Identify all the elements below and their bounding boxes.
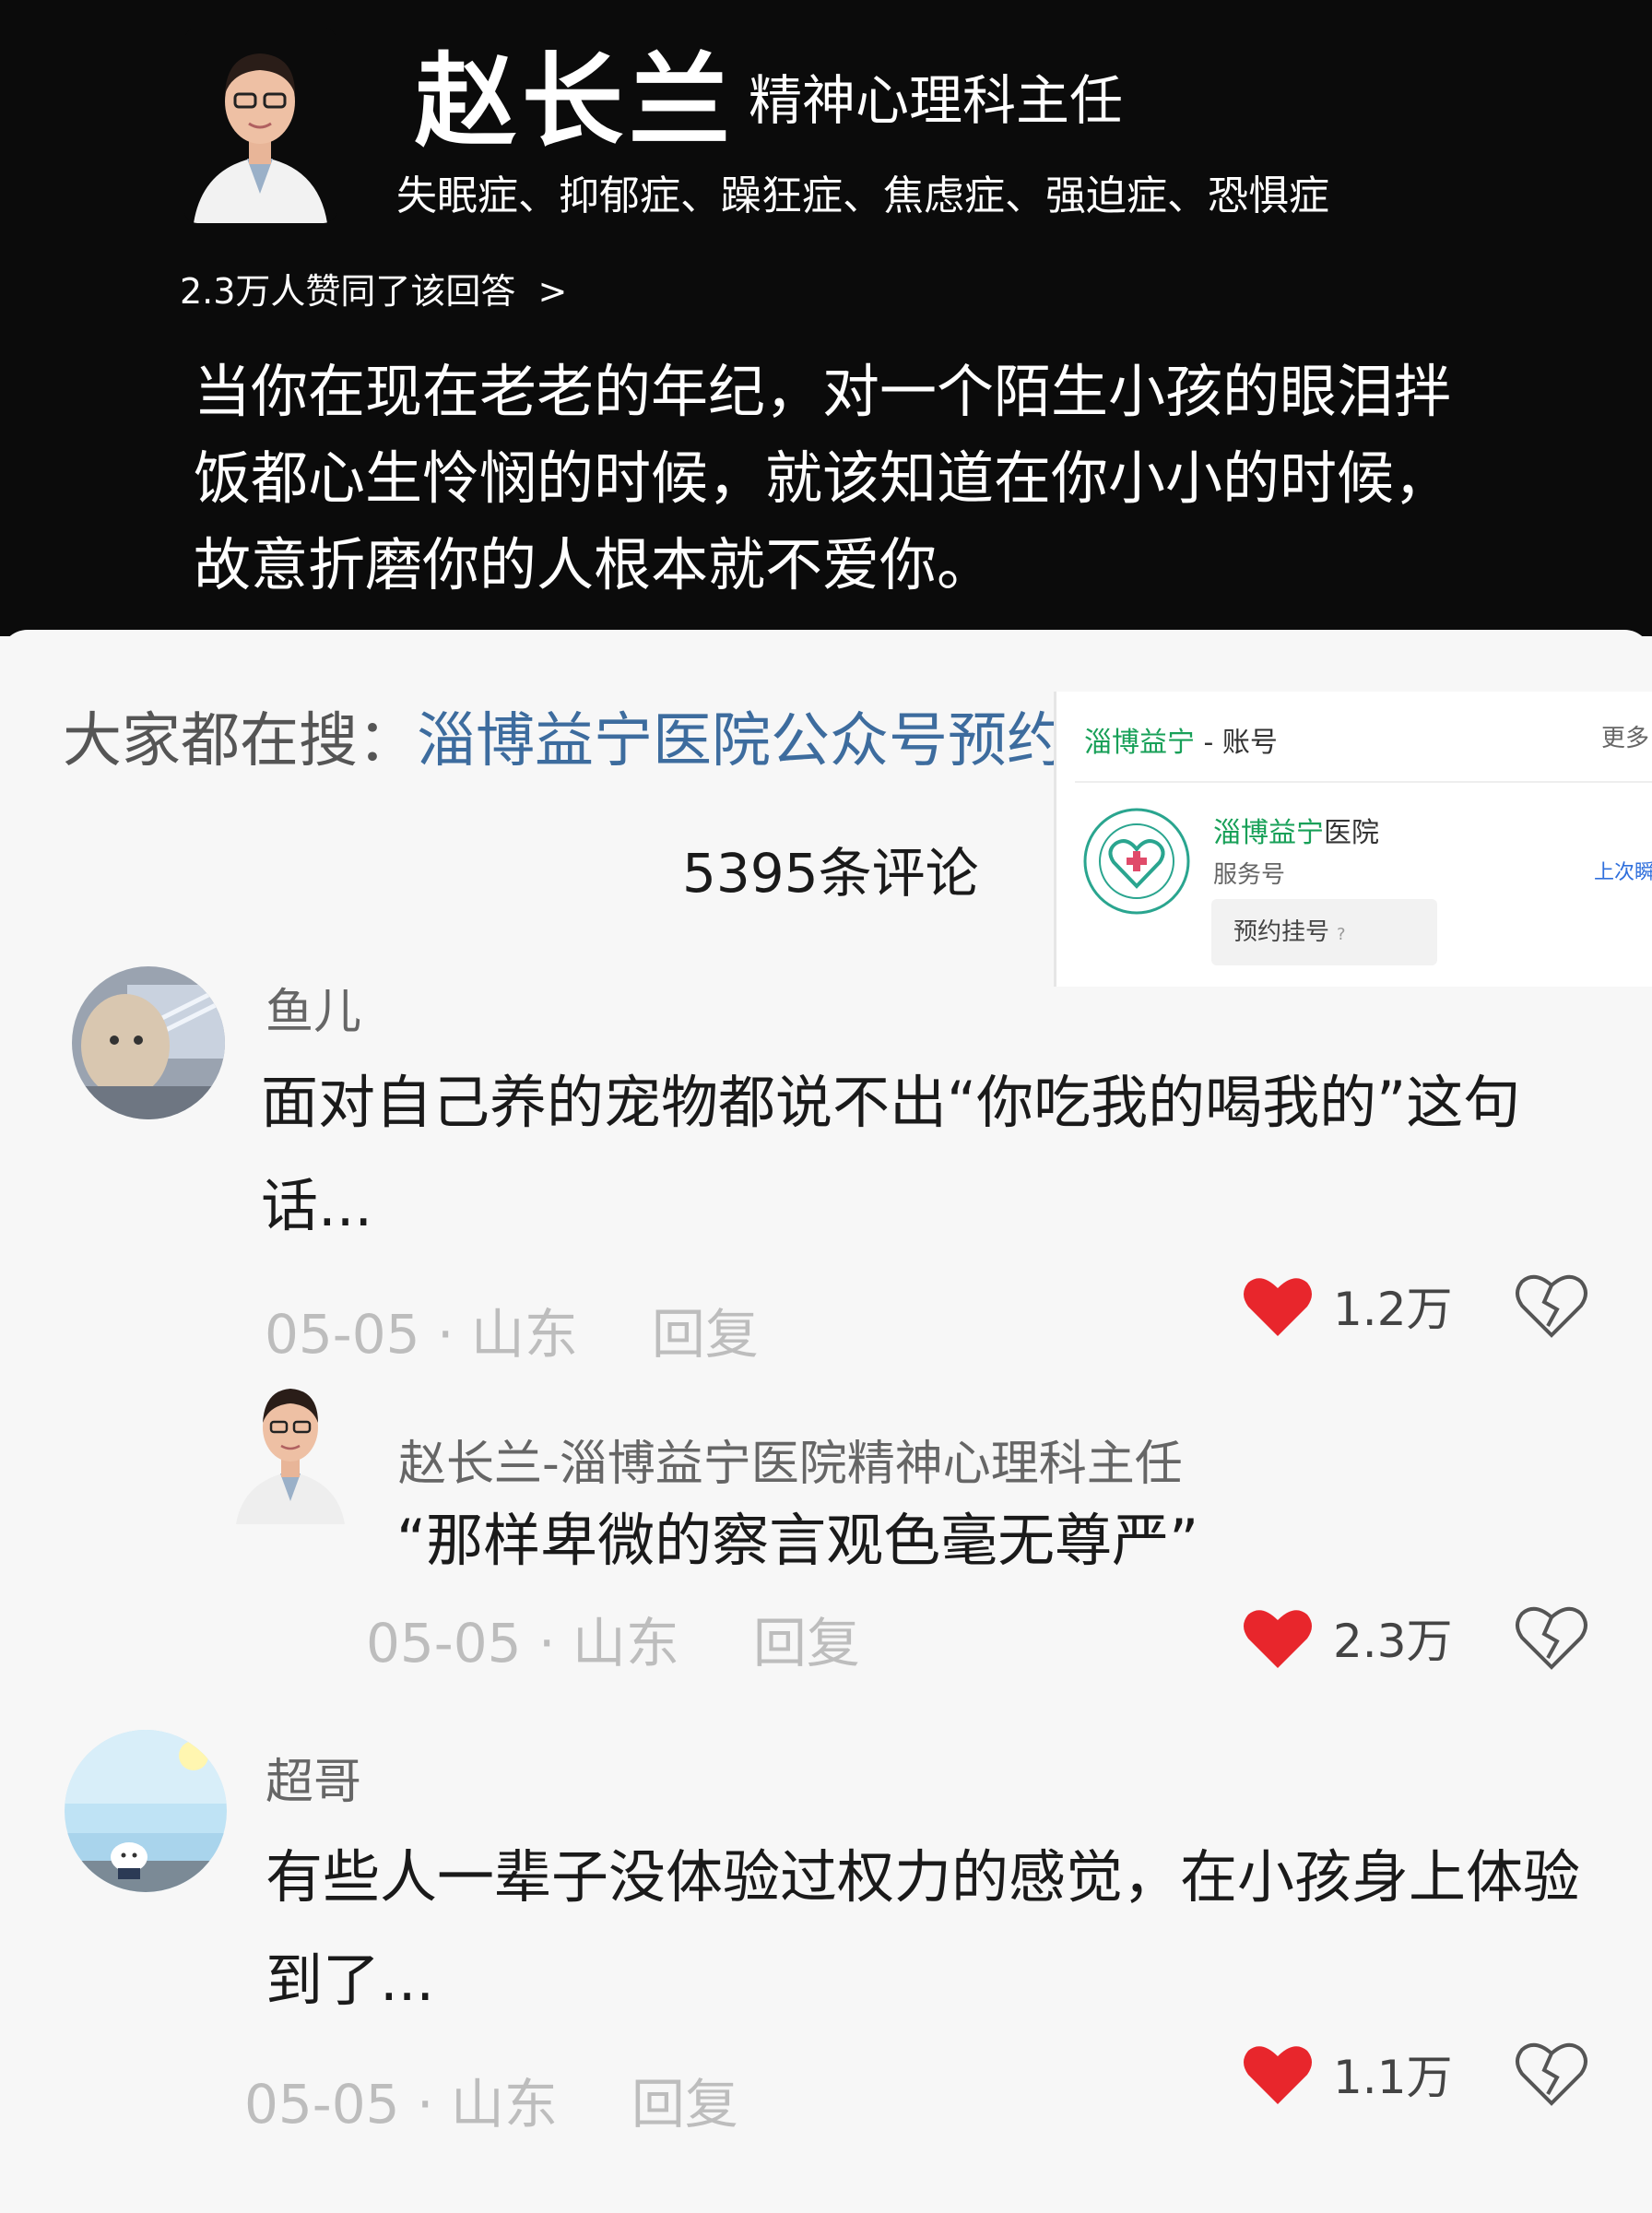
comment-text: “那样卑微的察言观色毫无尊严”: [396, 1507, 1199, 1574]
comment-date-location: 05-05 · 山东: [244, 2073, 558, 2136]
doctor-avatar[interactable]: [184, 28, 336, 223]
trending-search[interactable]: 大家都在搜：淄博益宁医院公众号预约: [63, 693, 1066, 778]
reply-button[interactable]: 回复: [652, 1303, 759, 1366]
like-count: 1.1万: [1333, 2051, 1453, 2104]
comment-count: 5395条评论: [682, 842, 979, 905]
comment-meta: 05-05 · 山东 回复: [366, 1600, 860, 1677]
like-button[interactable]: 2.3万: [1243, 1604, 1453, 1671]
comment-text: 有些人一辈子没体验过权力的感觉，在小孩身上体验到了...: [266, 1843, 1581, 2014]
book-appointment-button[interactable]: 预约挂号?: [1211, 899, 1437, 965]
comment-username[interactable]: 超哥: [266, 1743, 361, 1812]
dislike-button[interactable]: [1515, 2041, 1588, 2111]
account-name[interactable]: 淄博益宁医院: [1213, 810, 1379, 850]
account-name-keyword: 淄博益宁: [1213, 817, 1324, 849]
avatar[interactable]: [65, 1730, 227, 1892]
comment-meta: 05-05 · 山东 回复: [244, 2061, 738, 2138]
reply-button[interactable]: 回复: [753, 1612, 860, 1675]
heart-icon: [1244, 2046, 1312, 2104]
trending-search-prefix: 大家都在搜：: [63, 707, 417, 775]
answer-likes-link[interactable]: 2.3万人赞同了该回答 >: [180, 263, 567, 314]
doctor-specialties: 失眠症、抑郁症、躁狂症、焦虑症、强迫症、恐惧症: [396, 172, 1329, 219]
broken-heart-icon: [1516, 1274, 1587, 1338]
account-last-visit: 上次瞬: [1593, 861, 1652, 884]
comment-text: 面对自己养的宠物都说不出“你吃我的喝我的”这句话...: [261, 1069, 1521, 1239]
like-button[interactable]: 1.2万: [1243, 1272, 1453, 1339]
avatar[interactable]: [230, 1372, 350, 1524]
account-card-header: 淄博益宁 - 账号: [1084, 719, 1278, 760]
chevron-right-icon: >: [537, 271, 568, 312]
comment-date-location: 05-05 · 山东: [265, 1303, 578, 1366]
dislike-button[interactable]: [1515, 1272, 1588, 1343]
comment-date-location: 05-05 · 山东: [366, 1612, 679, 1675]
doctor-title: 精神心理科主任: [749, 69, 1124, 132]
comment-username[interactable]: 赵长兰-淄博益宁医院精神心理科主任: [398, 1425, 1183, 1494]
comment-meta: 05-05 · 山东 回复: [265, 1291, 759, 1368]
answer-likes-text: 2.3万人赞同了该回答: [180, 271, 516, 312]
like-button[interactable]: 1.1万: [1243, 2041, 1453, 2107]
trending-search-keyword[interactable]: 淄博益宁医院公众号预约: [417, 707, 1066, 775]
heart-icon: [1244, 1278, 1312, 1336]
account-search-card[interactable]: 淄博益宁 - 账号 更多 淄博益宁医院 服务号 上次瞬 预约挂号?: [1054, 692, 1652, 987]
like-count: 2.3万: [1333, 1615, 1453, 1668]
broken-heart-icon: [1516, 2042, 1587, 2106]
hospital-logo-icon: [1082, 807, 1191, 916]
account-card-header-rest: - 账号: [1195, 727, 1278, 759]
comment-username[interactable]: 鱼儿: [266, 973, 361, 1042]
reply-button[interactable]: 回复: [631, 2073, 738, 2136]
answer-quote: 当你在现在老老的年纪，对一个陌生小孩的眼泪拌饭都心生怜悯的时候，就该知道在你小小…: [194, 358, 1452, 598]
doctor-name[interactable]: 赵长兰: [415, 18, 736, 166]
book-appointment-label: 预约挂号: [1233, 918, 1330, 946]
like-count: 1.2万: [1333, 1283, 1453, 1336]
broken-heart-icon: [1516, 1606, 1587, 1670]
account-card-header-keyword: 淄博益宁: [1084, 727, 1195, 759]
answer-header-card: 赵长兰 精神心理科主任 失眠症、抑郁症、躁狂症、焦虑症、强迫症、恐惧症 2.3万…: [0, 0, 1652, 636]
account-card-more-link[interactable]: 更多: [1601, 719, 1649, 753]
account-name-rest: 医院: [1324, 817, 1379, 849]
help-icon: ?: [1337, 925, 1346, 944]
dislike-button[interactable]: [1515, 1604, 1588, 1675]
heart-icon: [1244, 1610, 1312, 1668]
account-type: 服务号: [1213, 861, 1286, 889]
account-card-divider: [1075, 781, 1652, 783]
avatar[interactable]: [72, 966, 225, 1119]
